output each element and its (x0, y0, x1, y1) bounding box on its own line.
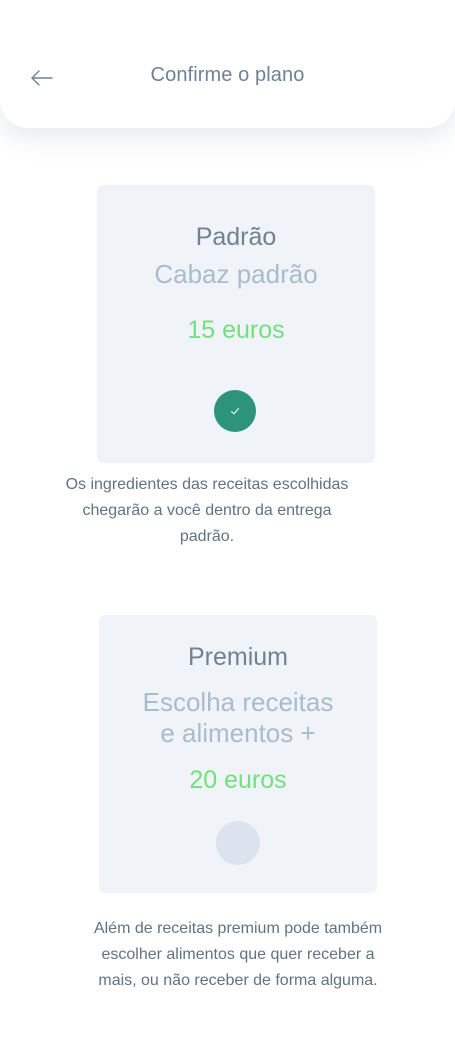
plan-description: Além de receitas premium pode também esc… (93, 920, 383, 989)
checkmark-icon (231, 408, 239, 415)
plan-radio-selected[interactable] (214, 390, 256, 432)
plan-radio-unselected[interactable] (216, 821, 260, 865)
header: Confirme o plano (0, 0, 455, 128)
plan-name: Padrão (195, 223, 277, 251)
plan-card-padrao[interactable]: Padrão Cabaz padrão 15 euros (97, 185, 375, 463)
plan-subtitle-line: e alimentos + (160, 718, 316, 748)
page-title: Confirme o plano (150, 64, 305, 86)
plan-subtitle-line: Cabaz padrão (154, 259, 318, 289)
plan-subtitle: Escolha receitas e alimentos + (99, 687, 377, 749)
plan-subtitle-line: Escolha receitas (142, 687, 334, 717)
plan-card-premium[interactable]: Premium Escolha receitas e alimentos + 2… (99, 615, 377, 893)
plan-price: 15 euros (187, 316, 285, 344)
plan-price: 20 euros (189, 766, 287, 794)
plan-subtitle: Cabaz padrão (97, 259, 375, 290)
plan-name: Premium (187, 643, 288, 671)
confirm-plan-screen: Confirme o plano Padrão Cabaz padrão 15 … (0, 0, 455, 1055)
plan-description: Os ingredientes das receitas escolhidas … (65, 476, 349, 545)
